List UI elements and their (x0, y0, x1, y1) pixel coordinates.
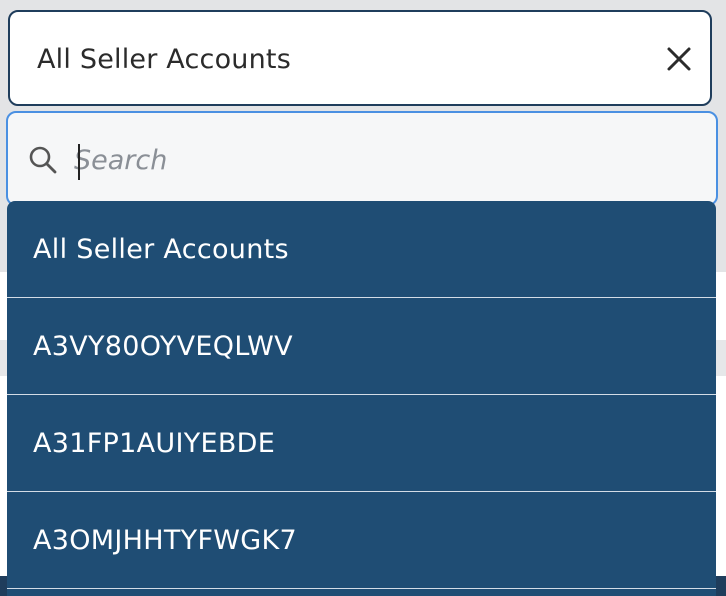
option-seller-account[interactable]: A3OMJHHTYFWGK7 (7, 492, 716, 589)
seller-account-select[interactable]: All Seller Accounts (8, 10, 712, 106)
search-field[interactable] (6, 111, 718, 206)
search-input[interactable] (72, 133, 696, 187)
option-seller-account[interactable]: A3VY80OYVEQLWV (7, 298, 716, 395)
options-list: All Seller Accounts A3VY80OYVEQLWV A31FP… (7, 201, 716, 596)
close-icon[interactable] (662, 42, 696, 76)
search-icon (28, 145, 58, 175)
option-all-seller-accounts[interactable]: All Seller Accounts (7, 201, 716, 298)
selected-value: All Seller Accounts (37, 44, 291, 75)
option-seller-account[interactable]: A31FP1AUIYEBDE (7, 395, 716, 492)
text-cursor (78, 144, 80, 180)
